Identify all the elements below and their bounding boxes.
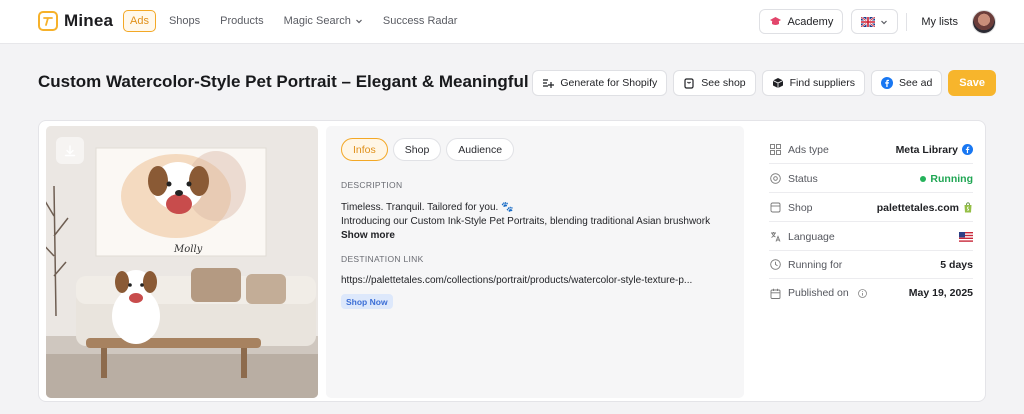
running-dot-icon (920, 175, 927, 182)
nav-item-label: Ads (130, 15, 149, 27)
meta-row-published-on: Published on May 19, 2025 (769, 279, 973, 307)
grid-icon (769, 144, 781, 156)
info-icon[interactable] (857, 288, 867, 298)
page-title: Custom Watercolor-Style Pet Portrait – E… (38, 72, 529, 91)
main-nav: Ads Shops Products Magic Search Success … (123, 10, 464, 32)
description-label: DESCRIPTION (341, 180, 403, 190)
meta-row-status: Status Running (769, 165, 973, 193)
meta-row-shop: Shop palettetales.com (769, 194, 973, 222)
published-on-label: Published on (788, 287, 849, 299)
meta-value (959, 231, 973, 242)
facebook-icon (962, 144, 973, 155)
nav-item-shops[interactable]: Shops (162, 10, 207, 32)
shop-icon (769, 202, 781, 214)
academy-label: Academy (787, 15, 834, 28)
description-text: Timeless. Tranquil. Tailored for you. 🐾 … (341, 201, 736, 229)
divider (906, 12, 908, 31)
ad-metadata-panel: Ads type Meta Library Status Running Sho… (759, 126, 981, 398)
box-icon (772, 78, 783, 88)
shop-domain[interactable]: palettetales.com (877, 202, 959, 214)
see-ad-label: See ad (899, 77, 933, 89)
my-lists-link[interactable]: My lists (915, 16, 964, 28)
ads-type-value: Meta Library (895, 143, 958, 156)
chevron-down-icon (355, 19, 362, 24)
see-shop-label: See shop (701, 77, 746, 89)
destination-link[interactable]: https://palettetales.com/collections/por… (341, 275, 736, 286)
meta-row-running-for: Running for 5 days (769, 251, 973, 279)
tab-audience[interactable]: Audience (446, 138, 515, 161)
status-badge: Running (920, 173, 973, 185)
facebook-icon (881, 77, 894, 89)
graduation-cap-icon (770, 17, 782, 25)
published-on-value: May 19, 2025 (908, 287, 973, 299)
clock-icon (769, 259, 781, 271)
meta-value: Meta Library (896, 144, 973, 156)
ad-creative-image[interactable]: Molly (46, 126, 318, 398)
generate-for-shopify-button[interactable]: Generate for Shopify (532, 70, 668, 96)
download-icon (64, 144, 76, 156)
us-flag-icon (959, 231, 973, 242)
meta-key: Published on (788, 287, 867, 299)
save-button[interactable]: Save (948, 70, 996, 96)
meta-key: Ads type (788, 143, 829, 156)
nav-item-label: Success Radar (382, 15, 458, 27)
sparkle-list-icon (543, 79, 555, 88)
ad-detail-card: Molly Infos Shop Audience DESCRIPTION Ti… (38, 120, 986, 402)
avatar[interactable] (972, 9, 996, 34)
chevron-down-icon (881, 20, 888, 24)
running-for-value: 5 days (940, 258, 973, 271)
destination-link-label: DESTINATION LINK (341, 254, 424, 264)
minea-logo[interactable]: Minea (38, 11, 113, 31)
generate-label: Generate for Shopify (560, 77, 658, 89)
nav-item-ads[interactable]: Ads (123, 10, 156, 32)
tab-shop[interactable]: Shop (392, 138, 442, 161)
description-line: Timeless. Tranquil. Tailored for you. 🐾 (341, 202, 514, 213)
show-more-link[interactable]: Show more (341, 230, 395, 241)
academy-button[interactable]: Academy (759, 9, 844, 34)
nav-item-label: Magic Search (283, 15, 351, 27)
meta-value[interactable]: palettetales.com (877, 202, 973, 214)
top-navigation-bar: Minea Ads Shops Products Magic Search Su… (0, 0, 1024, 44)
nav-right-group: Academy My lists (759, 9, 996, 34)
calendar-icon (769, 287, 781, 299)
portrait-caption: Molly (173, 244, 203, 255)
see-ad-button[interactable]: See ad (871, 70, 943, 96)
ad-info-panel: Infos Shop Audience DESCRIPTION Timeless… (326, 126, 744, 398)
minea-logo-icon (38, 11, 58, 31)
uk-flag-icon (861, 16, 876, 27)
description-line: Introducing our Custom Ink-Style Pet Por… (341, 216, 711, 227)
app-name: Minea (64, 11, 114, 30)
nav-item-success-radar[interactable]: Success Radar (376, 10, 465, 32)
nav-item-label: Products (220, 15, 264, 27)
action-bar: Generate for Shopify See shop Find suppl… (532, 70, 996, 96)
meta-key: Language (788, 230, 835, 243)
cta-badge: Shop Now (341, 294, 393, 309)
language-selector[interactable] (851, 9, 899, 34)
nav-item-label: Shops (168, 15, 201, 27)
meta-row-ads-type: Ads type Meta Library (769, 136, 973, 164)
shopify-icon (964, 202, 972, 213)
tab-infos[interactable]: Infos (341, 138, 388, 161)
nav-item-magic-search[interactable]: Magic Search (277, 10, 370, 32)
meta-key: Status (788, 172, 818, 185)
see-shop-button[interactable]: See shop (673, 70, 756, 96)
find-suppliers-label: Find suppliers (789, 77, 856, 89)
meta-key: Running for (788, 258, 843, 271)
meta-row-language: Language (769, 223, 973, 251)
translate-icon (769, 231, 781, 243)
info-tabs: Infos Shop Audience (341, 138, 515, 161)
ad-creative-illustration: Molly (46, 126, 318, 398)
status-value: Running (930, 172, 973, 185)
shopping-bag-icon (684, 78, 694, 89)
status-settings-icon (769, 173, 781, 185)
download-button[interactable] (56, 137, 84, 164)
find-suppliers-button[interactable]: Find suppliers (761, 70, 866, 96)
nav-item-products[interactable]: Products (213, 10, 270, 32)
meta-key: Shop (788, 201, 813, 214)
